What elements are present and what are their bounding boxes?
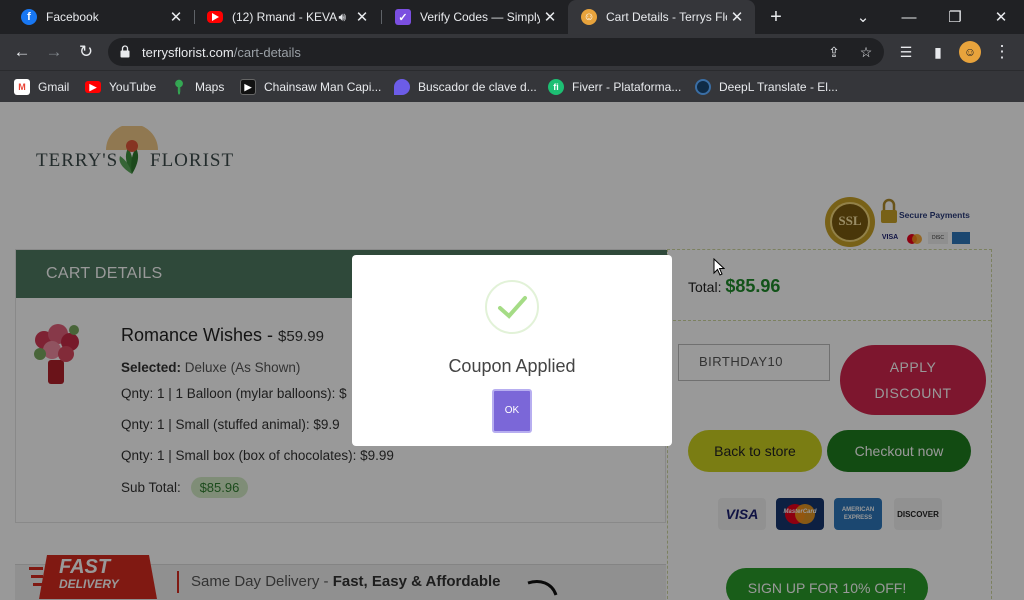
- bookmark-label: YouTube: [109, 80, 157, 94]
- bookmark-label: Gmail: [38, 80, 70, 94]
- url-path: /cart-details: [233, 45, 301, 60]
- mouse-cursor-icon: [713, 258, 725, 276]
- terrys-florist-icon: ☺: [581, 9, 597, 25]
- back-arrow-icon[interactable]: ←: [10, 40, 34, 64]
- close-tab-icon[interactable]: ✕: [540, 8, 560, 26]
- chainsaw-man-icon: ▶: [240, 79, 256, 95]
- tab-simplycodes[interactable]: ✓ Verify Codes — SimplyC ✕: [382, 0, 568, 34]
- bookmark-maps[interactable]: 📍︎ Maps: [170, 77, 225, 97]
- buscador-icon: [394, 79, 410, 95]
- speaker-icon[interactable]: 🔊︎: [338, 10, 346, 25]
- bookmark-deepl[interactable]: DeepL Translate - El...: [695, 77, 838, 97]
- forward-arrow-icon[interactable]: →: [42, 40, 66, 64]
- star-icon[interactable]: ☆: [856, 42, 876, 62]
- restore-icon[interactable]: ❐: [932, 0, 978, 34]
- close-tab-icon[interactable]: ✕: [166, 8, 186, 26]
- bookmark-buscador[interactable]: Buscador de clave d...: [394, 77, 537, 97]
- tab-search-chevron-icon[interactable]: ⌄: [840, 0, 886, 34]
- bookmark-label: DeepL Translate - El...: [719, 80, 838, 94]
- browser-toolbar: ← → ↻ terrysflorist.com/cart-details ⇪ ☆…: [0, 34, 1024, 70]
- maps-icon: 📍︎: [170, 78, 188, 95]
- profile-avatar-icon[interactable]: ☺: [958, 40, 982, 64]
- tab-strip: f Facebook ✕ (12) Rmand - KEVA 🔊︎ ✕ ✓ Ve…: [0, 0, 1024, 34]
- share-icon[interactable]: ⇪: [824, 42, 844, 62]
- bookmark-label: Fiverr - Plataforma...: [572, 80, 682, 94]
- side-panel-icon[interactable]: ▮: [926, 40, 950, 64]
- new-tab-button[interactable]: +: [754, 0, 798, 34]
- tab-title: (12) Rmand - KEVA: [232, 10, 338, 24]
- close-tab-icon[interactable]: ✕: [727, 8, 747, 26]
- simplycodes-icon: ✓: [395, 9, 411, 25]
- tab-facebook[interactable]: f Facebook ✕: [8, 0, 194, 34]
- url-domain: terrysflorist.com: [142, 45, 234, 60]
- menu-kebab-icon[interactable]: ⋮: [990, 40, 1014, 64]
- deepl-icon: [695, 79, 711, 95]
- ok-button[interactable]: OK: [492, 389, 532, 433]
- tab-terrys-florist[interactable]: ☺ Cart Details - Terrys Flo ✕: [568, 0, 755, 34]
- tab-title: Verify Codes — SimplyC: [420, 10, 540, 24]
- close-tab-icon[interactable]: ✕: [352, 8, 372, 26]
- bookmark-label: Maps: [195, 80, 225, 94]
- tab-title: Cart Details - Terrys Flo: [606, 10, 727, 24]
- bookmark-fiverr[interactable]: fi Fiverr - Plataforma...: [548, 77, 681, 97]
- address-bar[interactable]: terrysflorist.com/cart-details ⇪ ☆: [108, 38, 884, 66]
- dialog-title: Coupon Applied: [448, 356, 576, 376]
- close-window-icon[interactable]: ✕: [978, 0, 1024, 34]
- success-check-icon: [485, 280, 539, 334]
- youtube-icon: [207, 11, 223, 23]
- fiverr-icon: fi: [548, 79, 564, 95]
- facebook-icon: f: [21, 9, 37, 25]
- bookmark-label: Buscador de clave d...: [418, 80, 537, 94]
- tab-title: Facebook: [46, 10, 99, 24]
- browser-chrome: f Facebook ✕ (12) Rmand - KEVA 🔊︎ ✕ ✓ Ve…: [0, 0, 1024, 102]
- bookmarks-bar: M Gmail ▶ YouTube 📍︎ Maps ▶ Chainsaw Man…: [0, 70, 1024, 102]
- bookmark-gmail[interactable]: M Gmail: [14, 77, 69, 97]
- youtube-icon: ▶: [85, 81, 101, 93]
- bookmark-youtube[interactable]: ▶ YouTube: [85, 77, 156, 97]
- minimize-icon[interactable]: —: [886, 0, 932, 34]
- url-text: terrysflorist.com/cart-details: [142, 45, 301, 60]
- reload-icon[interactable]: ↻: [74, 40, 98, 64]
- bookmark-label: Chainsaw Man Capi...: [264, 80, 382, 94]
- media-queue-icon[interactable]: ☰: [894, 40, 918, 64]
- bookmark-chainsaw-man[interactable]: ▶ Chainsaw Man Capi...: [240, 77, 381, 97]
- gmail-icon: M: [14, 79, 30, 95]
- tab-youtube[interactable]: (12) Rmand - KEVA 🔊︎ ✕: [194, 0, 380, 34]
- lock-icon: [120, 45, 130, 58]
- coupon-applied-dialog: Coupon Applied OK: [352, 255, 672, 446]
